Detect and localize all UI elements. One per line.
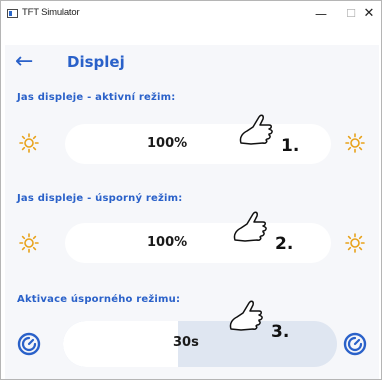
hand-pointer-icon bbox=[233, 211, 267, 242]
callout-number: 3. bbox=[271, 322, 290, 342]
hand-pointer-icon bbox=[229, 300, 263, 331]
timer-icon[interactable] bbox=[17, 332, 41, 356]
sun-icon[interactable] bbox=[345, 233, 365, 253]
title-bar: TFT Simulator — ☐ ✕ bbox=[1, 1, 381, 27]
hand-pointer-icon bbox=[239, 114, 273, 145]
timer-icon[interactable] bbox=[343, 332, 367, 356]
sun-icon[interactable] bbox=[19, 133, 39, 153]
active-brightness-label: Jas displeje - aktivní režim: bbox=[17, 92, 176, 103]
screen-header: ← Displej bbox=[5, 45, 379, 85]
display-settings-screen: ← Displej Jas displeje - aktivní režim: … bbox=[5, 45, 379, 379]
callout-number: 1. bbox=[281, 136, 300, 156]
timeout-slider-fill bbox=[63, 321, 179, 367]
sun-icon[interactable] bbox=[19, 233, 39, 253]
saving-brightness-label: Jas displeje - úsporný režim: bbox=[17, 193, 183, 204]
callout-number: 2. bbox=[275, 234, 294, 254]
power-save-timeout-slider[interactable]: 30s bbox=[63, 321, 337, 367]
close-button[interactable]: ✕ bbox=[351, 1, 382, 27]
saving-brightness-value: 100% bbox=[147, 235, 188, 250]
sun-icon[interactable] bbox=[345, 133, 365, 153]
page-title: Displej bbox=[67, 53, 125, 71]
app-window: TFT Simulator — ☐ ✕ ← Displej Jas disple… bbox=[0, 0, 382, 380]
app-icon bbox=[7, 9, 18, 18]
window-title: TFT Simulator bbox=[22, 7, 80, 18]
active-brightness-value: 100% bbox=[147, 136, 188, 151]
power-save-timeout-value: 30s bbox=[173, 335, 199, 350]
back-arrow-icon[interactable]: ← bbox=[15, 51, 33, 73]
power-save-timeout-label: Aktivace úsporného režimu: bbox=[17, 294, 181, 305]
